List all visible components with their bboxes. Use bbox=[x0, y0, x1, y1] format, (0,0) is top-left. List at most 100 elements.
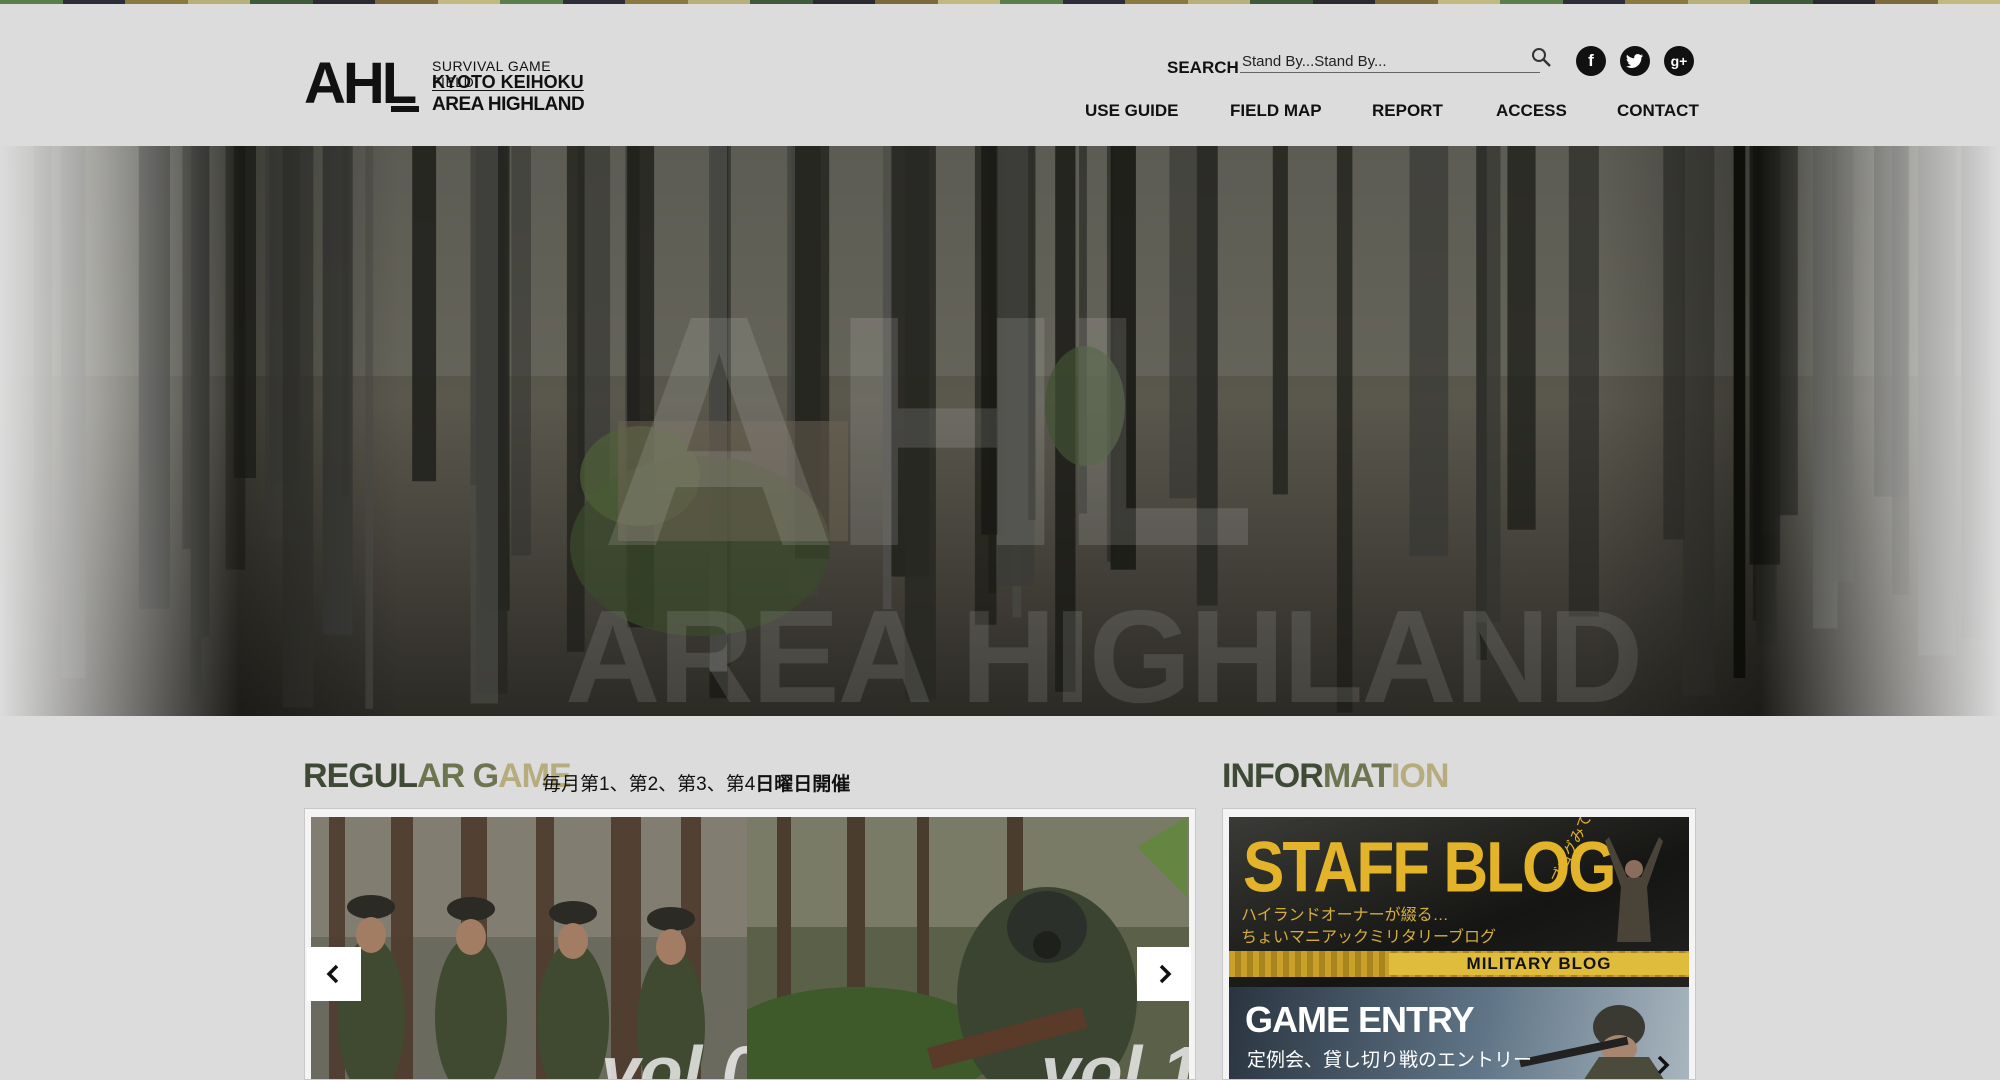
tree-trunk bbox=[1682, 146, 1715, 696]
tree-trunk bbox=[193, 146, 210, 637]
regular-game-slider: vol.03 vol.10 bbox=[304, 808, 1196, 1080]
tree-trunk bbox=[1874, 146, 1908, 497]
stripe-segment bbox=[125, 0, 188, 4]
tree-trunk bbox=[365, 146, 374, 709]
slide-item[interactable]: vol.03 bbox=[311, 817, 747, 1079]
stripe-segment bbox=[187, 0, 250, 4]
information-title-letter: O bbox=[1399, 757, 1425, 795]
chevron-right-icon bbox=[1159, 964, 1172, 984]
tree-trunk bbox=[1761, 146, 1779, 535]
information-title-letter: N bbox=[1230, 757, 1255, 795]
tree-trunk bbox=[412, 146, 437, 482]
hero-watermark-name: AREA HIGHLAND bbox=[565, 583, 1643, 717]
stripe-segment bbox=[250, 0, 313, 4]
staff-blog-line1: ハイランドオーナーが綴る… bbox=[1241, 907, 1449, 924]
game-entry-title: GAME ENTRY bbox=[1245, 999, 1475, 1040]
game-entry-banner[interactable]: GAME ENTRY 定例会、貸し切り戦のエントリー bbox=[1229, 987, 1689, 1079]
regular-game-title-letter: G bbox=[348, 757, 374, 795]
information-title-letter: M bbox=[1322, 757, 1351, 795]
hero-banner: AHL AREA HIGHLAND bbox=[0, 146, 2000, 716]
logo-location: KYOTO KEIHOKU bbox=[432, 72, 584, 92]
tree-trunk bbox=[511, 146, 531, 556]
stripe-segment bbox=[1750, 0, 1813, 4]
stripe-segment bbox=[1250, 0, 1313, 4]
stripe-segment bbox=[62, 0, 125, 4]
nav-contact[interactable]: CONTACT bbox=[1617, 101, 1699, 121]
regular-game-title: REGULAR GAME bbox=[303, 757, 572, 796]
slide-vol-label: vol.10 bbox=[1041, 1032, 1189, 1080]
stripe-segment bbox=[1125, 0, 1188, 4]
stripe-segment bbox=[562, 0, 625, 4]
tree-trunk bbox=[282, 146, 314, 708]
regular-game-title-letter: R bbox=[440, 757, 466, 795]
slider-prev-button[interactable] bbox=[307, 947, 361, 1001]
top-camo-stripe bbox=[0, 0, 2000, 4]
information-title-letter: N bbox=[1424, 757, 1450, 795]
stripe-segment bbox=[875, 0, 938, 4]
staff-blog-banner[interactable]: STAFF BLOG ブログみてね ハイランドオーナーが綴る… ちょいマニアック… bbox=[1229, 817, 1689, 987]
regular-game-title-letter: A bbox=[498, 757, 523, 795]
stripe-segment bbox=[750, 0, 813, 4]
stripe-segment bbox=[1187, 0, 1250, 4]
tree-trunk bbox=[1663, 146, 1685, 540]
twitter-icon[interactable] bbox=[1620, 46, 1650, 76]
staff-blog-line2: ちょいマニアックミリタリーブログ bbox=[1241, 929, 1497, 946]
regular-game-title-letter: R bbox=[303, 757, 328, 795]
slider-next-button[interactable] bbox=[1137, 947, 1191, 1001]
stripe-segment bbox=[1812, 0, 1875, 4]
tree-trunk bbox=[138, 146, 170, 609]
tree-trunk bbox=[61, 146, 86, 679]
stripe-segment bbox=[312, 0, 375, 4]
information-panel: STAFF BLOG ブログみてね ハイランドオーナーが綴る… ちょいマニアック… bbox=[1222, 808, 1696, 1080]
game-entry-line: 定例会、貸し切り戦のエントリー bbox=[1247, 1050, 1533, 1071]
information-title-letter: R bbox=[1299, 757, 1324, 795]
military-blog-label: MILITARY BLOG bbox=[1389, 953, 1689, 975]
facebook-glyph: f bbox=[1588, 51, 1594, 70]
stripe-segment bbox=[1562, 0, 1625, 4]
tree-trunk bbox=[470, 146, 498, 704]
slide-item[interactable]: vol.10 bbox=[747, 817, 1189, 1080]
tree-trunk bbox=[1733, 146, 1746, 678]
stripe-segment bbox=[1437, 0, 1500, 4]
stripe-segment bbox=[1875, 0, 1938, 4]
facebook-icon[interactable]: f bbox=[1576, 46, 1606, 76]
stripe-segment bbox=[937, 0, 1000, 4]
hero-watermark-mark: AHL bbox=[600, 246, 1258, 615]
regular-game-title-letter: E bbox=[326, 757, 350, 795]
tree-trunk bbox=[1272, 146, 1288, 495]
chevron-right-icon bbox=[1657, 1055, 1670, 1075]
nav-use-guide[interactable]: USE GUIDE bbox=[1085, 101, 1179, 121]
search-icon[interactable] bbox=[1530, 46, 1552, 68]
stripe-segment bbox=[1687, 0, 1750, 4]
regular-game-schedule: 毎月第1、第2、第3、第4日曜日開催 bbox=[542, 769, 850, 796]
schedule-weeks: 毎月第1、第2、第3、第4 bbox=[542, 774, 756, 795]
stripe-segment bbox=[437, 0, 500, 4]
soldier-figure bbox=[1605, 837, 1663, 942]
tree-trunk bbox=[1918, 146, 1956, 656]
information-title-letter: F bbox=[1254, 757, 1275, 795]
regular-game-title-letter: L bbox=[397, 757, 418, 795]
search-input[interactable] bbox=[1240, 50, 1540, 73]
stripe-segment bbox=[812, 0, 875, 4]
stripe-segment bbox=[1312, 0, 1375, 4]
stripe-segment bbox=[1937, 0, 2000, 4]
google-plus-icon[interactable]: g+ bbox=[1664, 46, 1694, 76]
chevron-left-icon bbox=[326, 964, 339, 984]
information-title-letter: O bbox=[1273, 757, 1300, 795]
stripe-segment bbox=[1500, 0, 1563, 4]
stripe-segment bbox=[375, 0, 438, 4]
tree-trunk bbox=[1409, 146, 1449, 557]
regular-game-title-letter: G bbox=[472, 757, 499, 795]
stripe-segment bbox=[1000, 0, 1063, 4]
stripe-segment bbox=[1062, 0, 1125, 4]
google-plus-glyph: g+ bbox=[1670, 53, 1688, 69]
stripe-segment bbox=[687, 0, 750, 4]
stripe-segment bbox=[0, 0, 63, 4]
main-nav: USE GUIDE FIELD MAP REPORT ACCESS CONTAC… bbox=[0, 101, 2000, 123]
nav-field-map[interactable]: FIELD MAP bbox=[1230, 101, 1322, 121]
tree-trunk bbox=[1507, 146, 1536, 530]
tree-trunk bbox=[342, 146, 349, 497]
nav-access[interactable]: ACCESS bbox=[1496, 101, 1567, 121]
regular-game-title-letter bbox=[464, 757, 472, 795]
nav-report[interactable]: REPORT bbox=[1372, 101, 1443, 121]
